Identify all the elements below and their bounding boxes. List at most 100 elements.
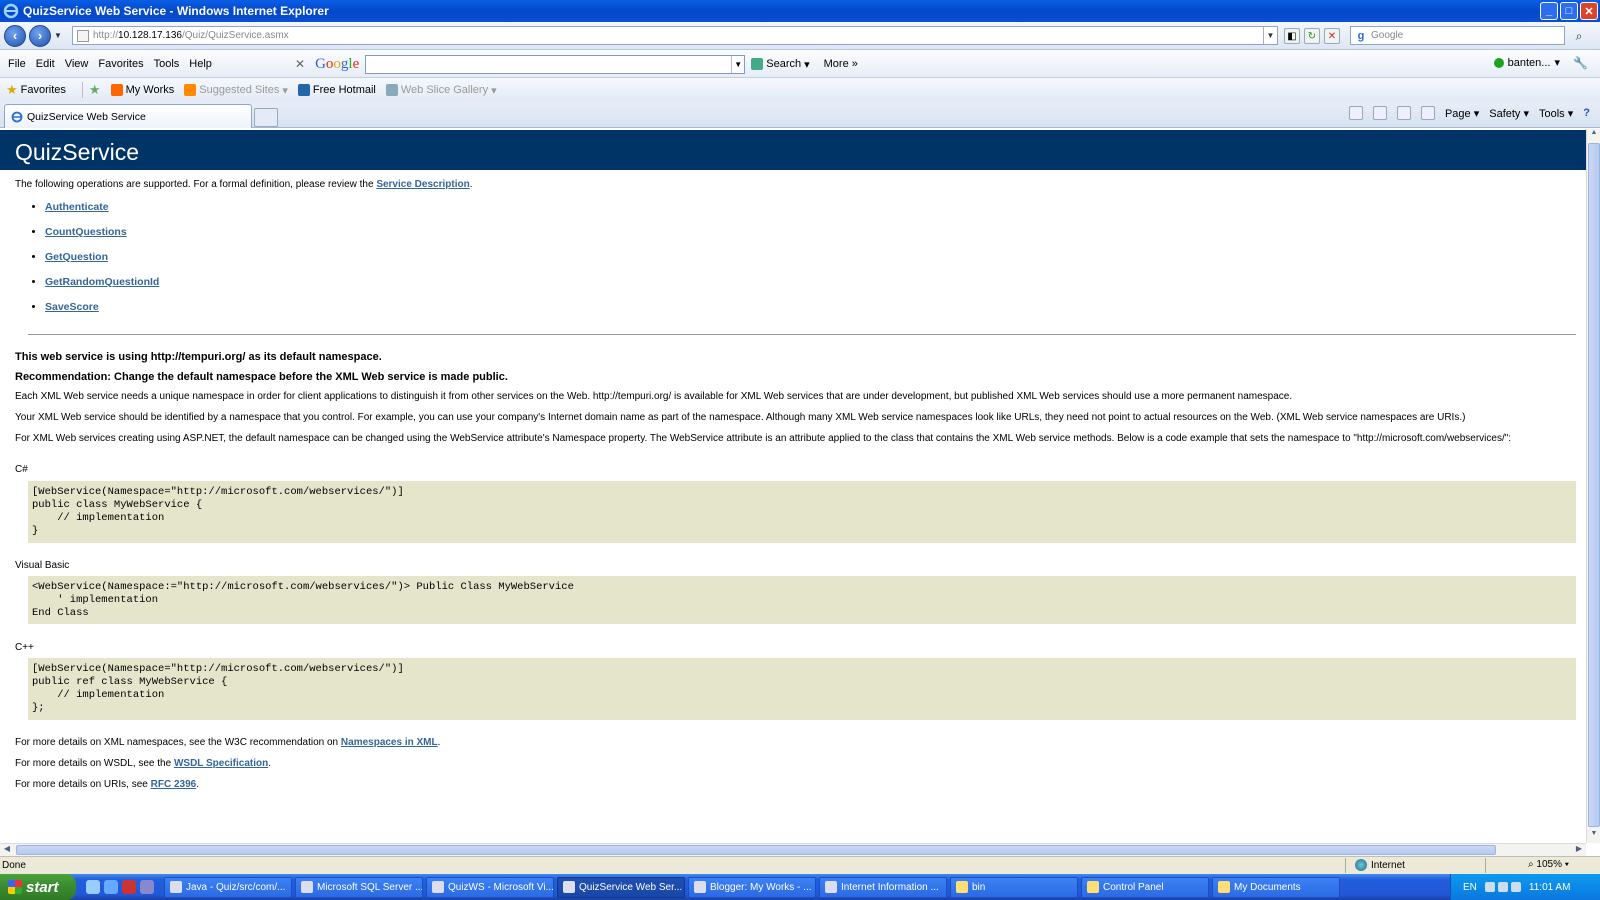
read-mail-icon[interactable] <box>1396 106 1411 120</box>
google-toolbar: ✕ Google ▼ Search ▾ More » <box>295 53 858 75</box>
help-icon[interactable]: ? <box>1583 107 1590 119</box>
start-button[interactable]: start <box>0 874 76 900</box>
paragraph-unique-namespace: Each XML Web service needs a unique name… <box>15 391 1293 402</box>
stop-icon[interactable]: ✕ <box>1324 28 1340 44</box>
menu-file[interactable]: File <box>6 58 34 70</box>
taskbar-item-control-panel[interactable]: Control Panel <box>1081 876 1209 898</box>
quick-launch-icon[interactable] <box>86 880 100 894</box>
chevron-down-icon[interactable]: ▼ <box>731 55 744 73</box>
google-search-input[interactable]: ▼ <box>365 54 746 74</box>
tools-menu[interactable]: Tools ▾ <box>1539 107 1573 120</box>
safety-menu[interactable]: Safety ▾ <box>1489 107 1529 120</box>
new-tab-button[interactable] <box>254 108 278 127</box>
tray-icon[interactable] <box>1497 882 1508 892</box>
tray-icon[interactable] <box>1484 882 1495 892</box>
google-search-icon <box>751 58 764 70</box>
page-menu-label: Page <box>1444 107 1471 120</box>
favorites-label: Favorites <box>20 84 66 96</box>
address-dropdown-icon[interactable]: ▼ <box>1263 27 1277 44</box>
taskbar-item-bin[interactable]: bin <box>950 876 1078 898</box>
close-window-button[interactable]: ✕ <box>1580 2 1598 20</box>
url-path: /Quiz/QuizService.asmx <box>181 30 289 41</box>
more-uris: For more details on URIs, see RFC 2396. <box>15 779 199 790</box>
op-savescore-link[interactable]: SaveScore <box>45 301 99 313</box>
google-search-button[interactable]: Search ▾ <box>751 58 810 71</box>
language-indicator[interactable]: EN <box>1463 882 1477 893</box>
tray-icon[interactable] <box>1510 882 1521 892</box>
fav-web-slice-gallery[interactable]: Web Slice Gallery ▾ <box>385 84 497 97</box>
taskbar-item-java[interactable]: Java - Quiz/src/com/... <box>164 876 292 898</box>
compatibility-view-icon[interactable]: ◧ <box>1284 28 1300 44</box>
task-label: Internet Information ... <box>841 881 939 893</box>
horizontal-scroll-thumb[interactable] <box>16 845 1496 855</box>
more-button[interactable]: More » <box>824 58 858 70</box>
close-toolbar-icon[interactable]: ✕ <box>295 57 305 71</box>
search-input[interactable]: g Google ⌕ <box>1350 26 1582 45</box>
forward-button[interactable]: › <box>29 24 51 47</box>
menu-favorites[interactable]: Favorites <box>96 58 151 70</box>
scroll-left-icon[interactable]: ◀ <box>0 844 14 856</box>
page-menu[interactable]: Page ▾ <box>1445 107 1479 120</box>
menu-edit[interactable]: Edit <box>34 58 63 70</box>
minimize-button[interactable]: _ <box>1540 2 1558 20</box>
page-title: QuizService <box>0 130 1586 170</box>
vertical-scrollbar[interactable]: ▲ ▼ <box>1586 129 1600 843</box>
wsdl-specification-link[interactable]: WSDL Specification <box>174 758 268 769</box>
user-account[interactable]: banten... ▾ <box>1493 56 1560 69</box>
fav-suggested-sites-label: Suggested Sites <box>199 84 280 96</box>
vertical-scroll-thumb[interactable] <box>1588 143 1600 827</box>
maximize-button[interactable]: □ <box>1560 2 1578 20</box>
op-authenticate-link[interactable]: Authenticate <box>45 201 109 213</box>
namespaces-in-xml-link[interactable]: Namespaces in XML <box>341 737 438 748</box>
user-name: banten... <box>1507 56 1551 69</box>
taskbar-item-sql-server[interactable]: Microsoft SQL Server ... <box>295 876 423 898</box>
scroll-down-icon[interactable]: ▼ <box>1587 830 1600 843</box>
fav-suggested-sites[interactable]: Suggested Sites ▾ <box>184 84 288 97</box>
security-zone[interactable]: Internet <box>1355 859 1405 871</box>
menu-view[interactable]: View <box>63 58 97 70</box>
quick-launch-app-icon[interactable] <box>122 880 136 894</box>
scroll-up-icon[interactable]: ▲ <box>1587 129 1600 142</box>
security-zone-label: Internet <box>1371 859 1405 871</box>
tab-quizservice[interactable]: QuizService Web Service <box>4 104 252 128</box>
csharp-label: C# <box>15 464 28 475</box>
add-favorite-icon: ★ <box>88 82 101 97</box>
op-countquestions-link[interactable]: CountQuestions <box>45 226 127 238</box>
taskbar-item-quizws[interactable]: QuizWS - Microsoft Vi... <box>426 876 554 898</box>
op-getquestion-link[interactable]: GetQuestion <box>45 251 108 263</box>
refresh-icon[interactable]: ↻ <box>1304 28 1320 44</box>
app-icon <box>170 881 182 893</box>
feeds-icon[interactable] <box>1372 106 1387 120</box>
horizontal-scrollbar[interactable]: ◀ ▶ <box>0 843 1586 856</box>
search-icon[interactable]: ⌕ <box>1568 27 1590 45</box>
fav-free-hotmail[interactable]: Free Hotmail <box>297 84 376 96</box>
service-description-link[interactable]: Service Description <box>376 179 469 190</box>
fav-my-works[interactable]: My Works <box>110 84 174 96</box>
menu-tools[interactable]: Tools <box>152 58 188 70</box>
rfc-2396-link[interactable]: RFC 2396 <box>151 779 197 790</box>
scroll-right-icon[interactable]: ▶ <box>1572 844 1586 856</box>
quick-launch-app2-icon[interactable] <box>140 880 154 894</box>
zoom-level[interactable]: ⌕ 105% ▾ <box>1528 859 1569 870</box>
taskbar-item-quizservice[interactable]: QuizService Web Ser... <box>557 876 685 898</box>
back-button[interactable]: ‹ <box>4 24 26 47</box>
home-icon[interactable] <box>1348 106 1363 120</box>
menu-help[interactable]: Help <box>187 58 220 70</box>
favorites-button[interactable]: ★ Favorites <box>6 82 66 98</box>
taskbar-item-iis[interactable]: Internet Information ... <box>819 876 947 898</box>
fav-web-slice-label: Web Slice Gallery <box>400 84 489 96</box>
address-bar[interactable]: http://10.128.17.136/Quiz/QuizService.as… <box>72 26 1278 45</box>
list-item: GetQuestion <box>45 251 159 276</box>
recent-pages-dropdown-icon[interactable]: ▼ <box>54 31 62 40</box>
namespace-line: This web service is using http://tempuri… <box>15 351 382 363</box>
print-icon[interactable] <box>1420 106 1435 120</box>
wrench-icon[interactable]: 🔧 <box>1573 56 1588 70</box>
intro-paragraph: The following operations are supported. … <box>15 179 473 190</box>
app-icon <box>432 881 444 893</box>
add-favorite-button[interactable]: ★ <box>89 82 101 98</box>
op-getrandomquestionid-link[interactable]: GetRandomQuestionId <box>45 276 159 288</box>
taskbar-item-my-documents[interactable]: My Documents <box>1212 876 1340 898</box>
quick-launch-ie-icon[interactable] <box>104 880 118 894</box>
taskbar-item-blogger[interactable]: Blogger: My Works - ... <box>688 876 816 898</box>
list-item: SaveScore <box>45 301 159 326</box>
